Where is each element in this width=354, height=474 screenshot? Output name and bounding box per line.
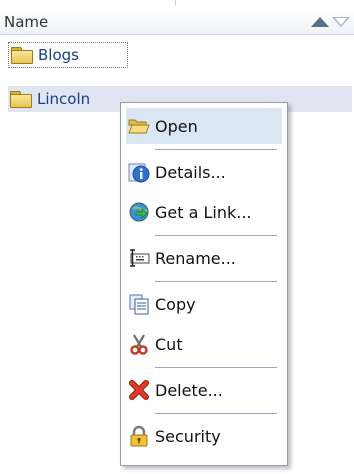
menu-item-label: Cut (155, 334, 183, 354)
menu-item-cut[interactable]: Cut (126, 326, 282, 362)
menu-item-rename[interactable]: Rename... (126, 240, 282, 276)
menu-item-label: Rename... (155, 248, 236, 268)
delete-icon (128, 379, 150, 401)
copy-icon (128, 293, 150, 315)
menu-item-copy[interactable]: Copy (126, 286, 282, 322)
menu-item-get-link[interactable]: Get a Link... (126, 194, 282, 230)
list-item-label: Lincoln (37, 90, 91, 108)
menu-item-details[interactable]: Details... (126, 154, 282, 190)
sort-ascending-icon[interactable] (311, 17, 329, 27)
list-item-label: Blogs (38, 46, 79, 64)
menu-item-delete[interactable]: Delete... (126, 372, 282, 408)
rename-icon (128, 247, 150, 269)
menu-separator (155, 367, 277, 368)
menu-item-label: Delete... (155, 380, 223, 400)
menu-separator (155, 281, 277, 282)
menu-separator (155, 235, 277, 236)
folder-icon (11, 47, 33, 64)
list-item-blogs[interactable]: Blogs (8, 42, 128, 68)
lock-icon (128, 425, 150, 447)
column-header-name[interactable]: Name (0, 10, 354, 35)
menu-item-open[interactable]: Open (126, 108, 282, 144)
menu-item-security[interactable]: Security (126, 418, 282, 454)
column-header-label: Name (4, 13, 49, 31)
divider-tick (175, 0, 176, 6)
menu-separator (155, 149, 277, 150)
context-menu: Open Details... Get a Link... Rename... … (120, 102, 288, 466)
menu-item-label: Security (155, 426, 221, 446)
menu-item-label: Open (155, 116, 198, 136)
scissors-icon (128, 333, 150, 355)
info-icon (128, 161, 150, 183)
menu-separator (155, 413, 277, 414)
link-icon (128, 201, 150, 223)
folder-icon (10, 91, 32, 108)
menu-item-label: Details... (155, 162, 226, 182)
menu-item-label: Get a Link... (155, 202, 252, 222)
menu-item-label: Copy (155, 294, 196, 314)
open-folder-icon (128, 115, 150, 137)
file-browser: Name Blogs Lincoln Open Details... Get a… (0, 0, 354, 474)
sort-descending-icon[interactable] (332, 17, 350, 27)
